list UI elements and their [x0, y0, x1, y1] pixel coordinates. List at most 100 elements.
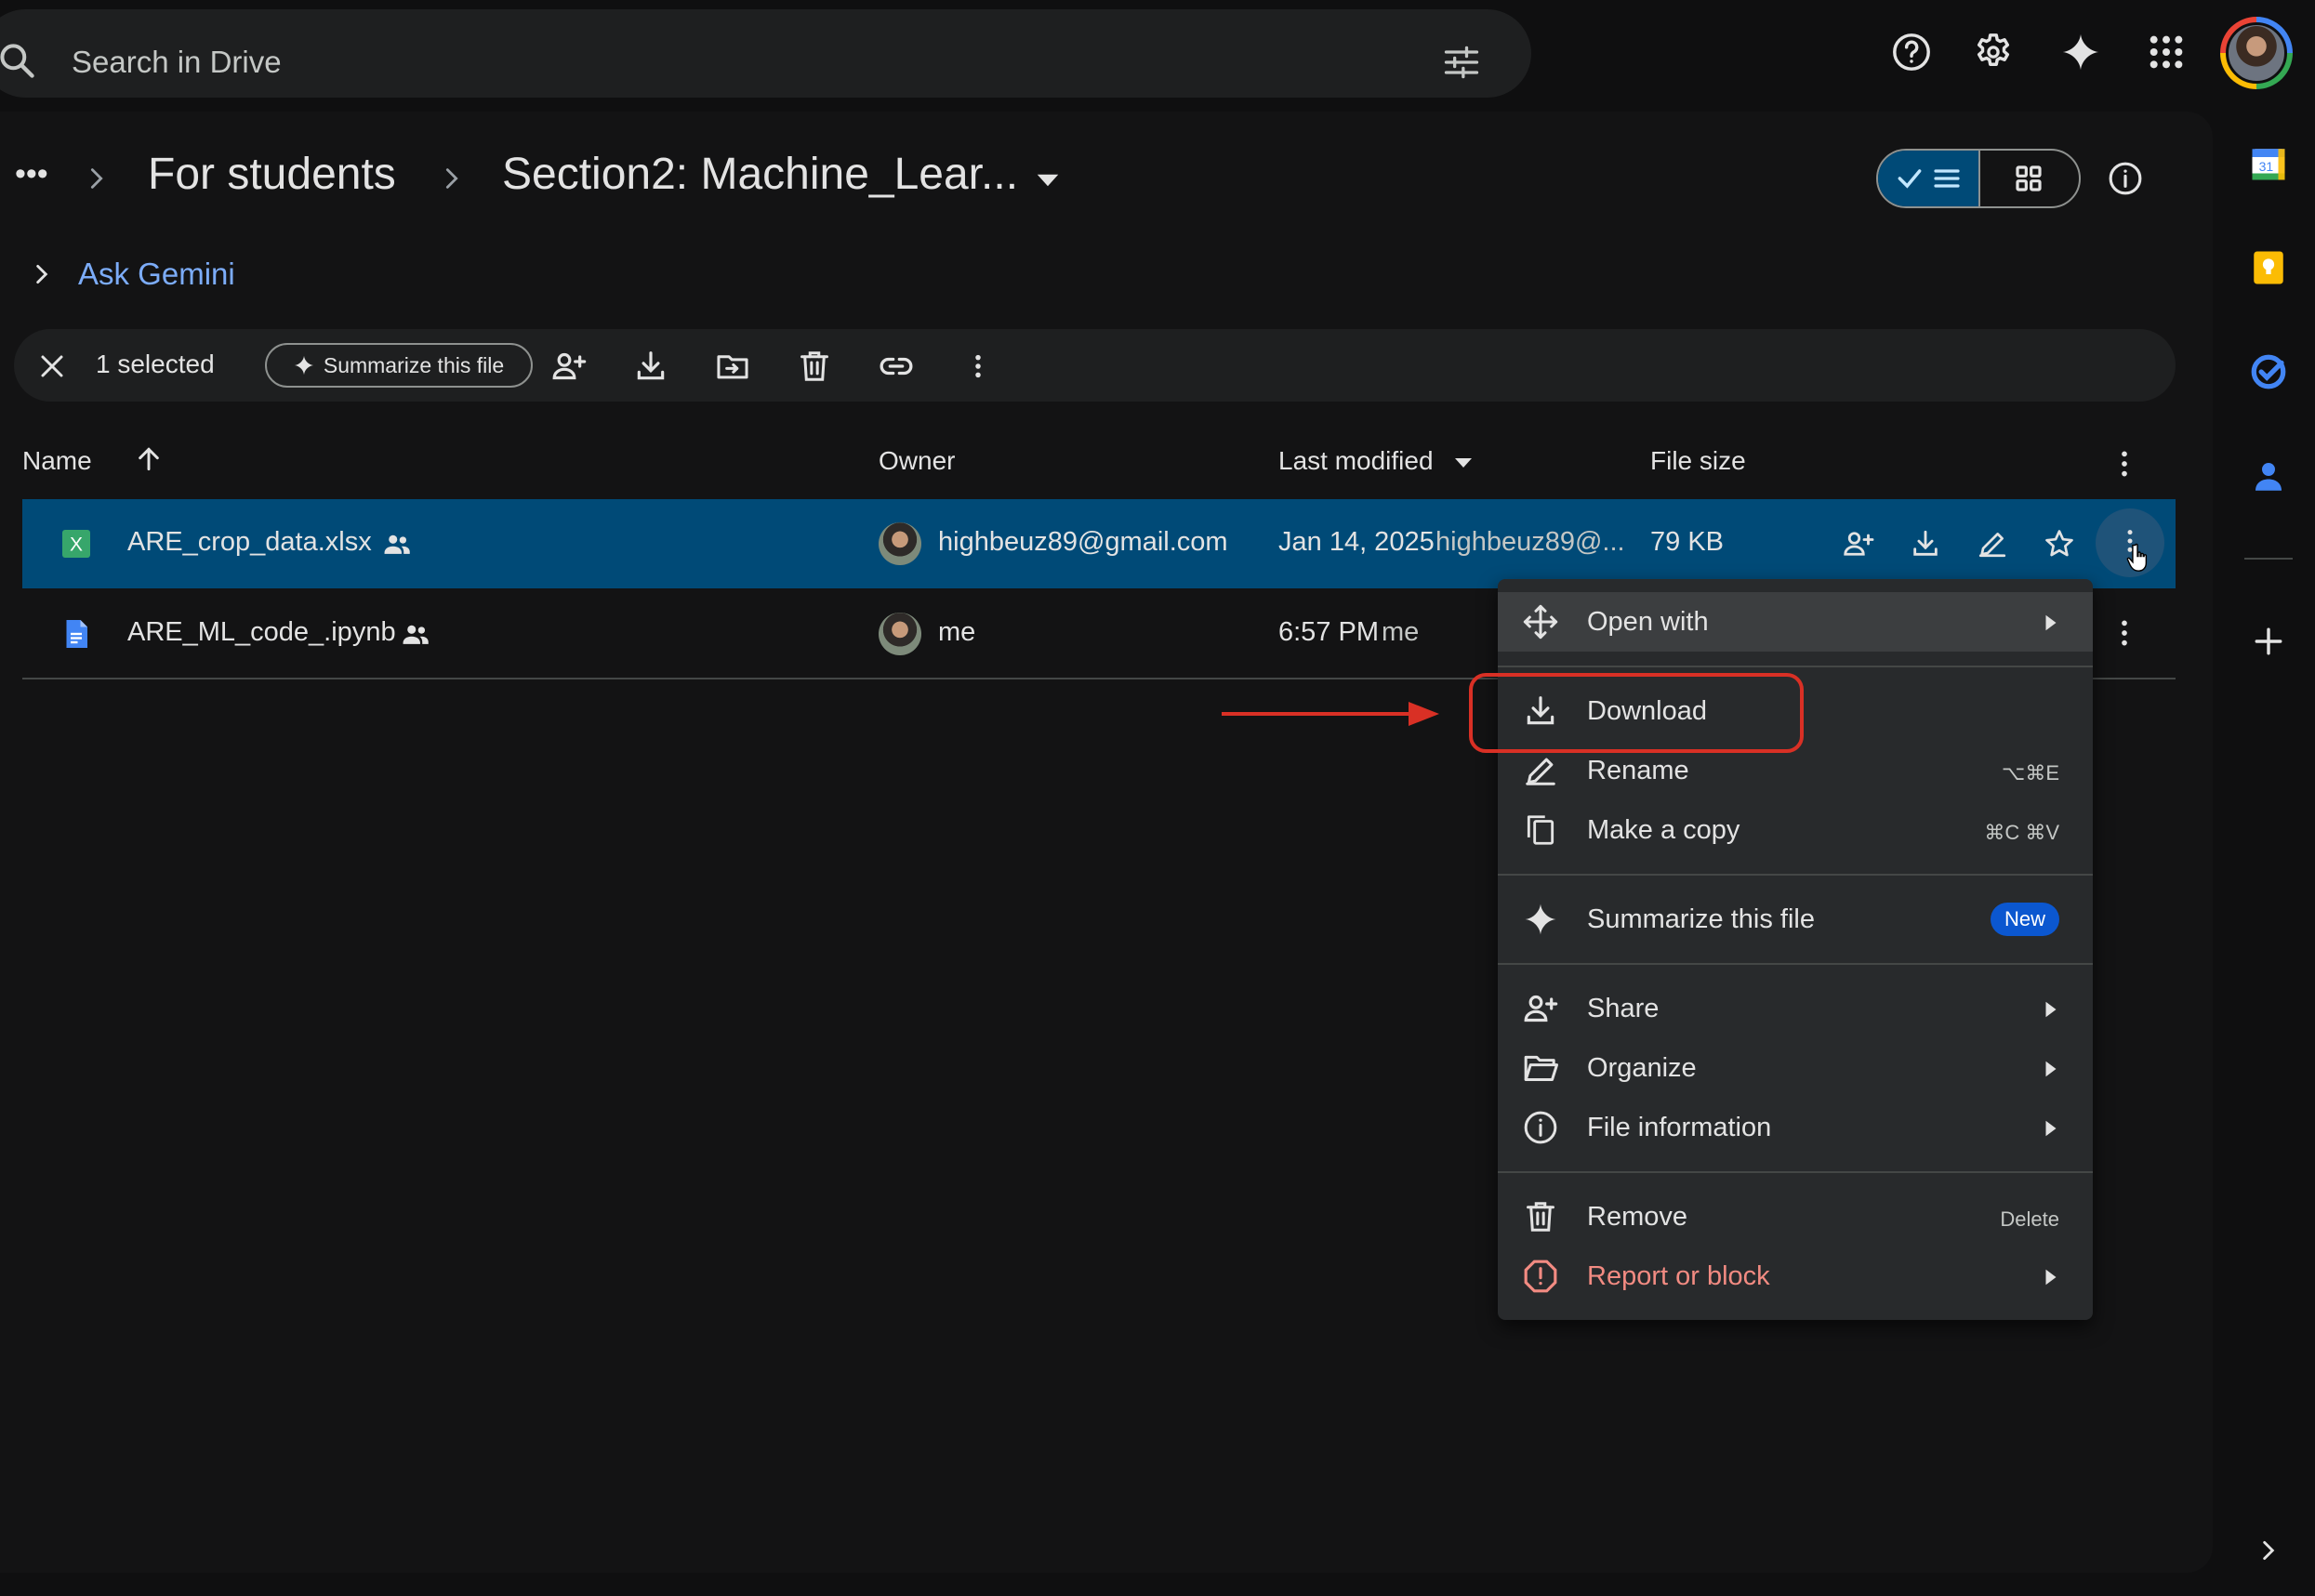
- menu-item-summarize[interactable]: Summarize this file New: [1498, 890, 2093, 949]
- menu-item-open-with[interactable]: Open with: [1498, 592, 2093, 652]
- calendar-day: 31: [2259, 159, 2274, 174]
- dropdown-arrow-icon[interactable]: [1034, 169, 1062, 191]
- keep-icon[interactable]: [2244, 244, 2293, 292]
- sparkle-icon[interactable]: [2055, 26, 2107, 78]
- apps-grid-icon[interactable]: [2140, 26, 2192, 78]
- menu-shortcut: ⌥⌘E: [2001, 761, 2059, 785]
- menu-label: Rename: [1587, 756, 1689, 785]
- menu-label: File information: [1587, 1113, 1772, 1142]
- tune-icon[interactable]: [1441, 42, 1482, 83]
- submenu-arrow-icon: [2043, 613, 2059, 633]
- menu-label: Report or block: [1587, 1261, 1770, 1291]
- info-icon: [1522, 1109, 1559, 1146]
- contacts-icon[interactable]: [2244, 452, 2293, 500]
- more-vert-icon[interactable]: [2109, 448, 2140, 480]
- link-icon[interactable]: [875, 345, 918, 388]
- rename-pencil-icon: [1522, 752, 1559, 789]
- owner-avatar: [879, 522, 921, 565]
- caret-down-icon[interactable]: [1452, 455, 1475, 470]
- calendar-icon[interactable]: 31: [2244, 139, 2293, 188]
- selection-toolbar: 1 selected Summarize this file: [14, 329, 2176, 402]
- submenu-arrow-icon: [2043, 1059, 2059, 1079]
- menu-label: Summarize this file: [1587, 904, 1815, 934]
- summarize-label: Summarize this file: [323, 352, 505, 377]
- help-icon[interactable]: [1885, 26, 1938, 78]
- info-icon[interactable]: [2107, 160, 2144, 197]
- move-arrows-icon: [1522, 603, 1559, 640]
- trash-icon[interactable]: [793, 345, 836, 388]
- owner-email: highbeuz89@gmail.com: [938, 527, 1228, 557]
- list-view-button[interactable]: [1878, 151, 1980, 206]
- owner-name: me: [938, 617, 976, 647]
- copy-icon: [1522, 811, 1559, 849]
- search-bar[interactable]: [0, 9, 1531, 98]
- column-header-last-modified[interactable]: Last modified: [1278, 446, 1434, 476]
- search-input[interactable]: [70, 37, 1375, 87]
- column-header-owner[interactable]: Owner: [879, 446, 955, 476]
- breadcrumb-parent[interactable]: For students: [148, 149, 396, 200]
- annotation-highlight-box: [1469, 673, 1804, 753]
- selection-count: 1 selected: [96, 350, 215, 378]
- chevron-right-icon: [439, 165, 465, 191]
- move-to-folder-icon[interactable]: [711, 345, 754, 388]
- folder-open-icon: [1522, 1049, 1559, 1087]
- docs-file-icon: [60, 617, 93, 651]
- column-header-name[interactable]: Name: [22, 446, 92, 476]
- trash-icon: [1522, 1198, 1559, 1235]
- sheets-file-icon: X: [60, 527, 93, 561]
- summarize-file-button[interactable]: Summarize this file: [265, 343, 533, 388]
- menu-item-file-information[interactable]: File information: [1498, 1098, 2093, 1157]
- column-header-file-size[interactable]: File size: [1650, 446, 1746, 476]
- report-icon: [1522, 1258, 1559, 1295]
- modified-date: 6:57 PM: [1278, 617, 1379, 647]
- menu-shortcut: ⌘C ⌘V: [1984, 821, 2059, 844]
- file-name[interactable]: ARE_ML_code_.ipynb: [127, 617, 396, 648]
- menu-label: Organize: [1587, 1053, 1697, 1083]
- new-badge: New: [1991, 903, 2059, 936]
- menu-item-share[interactable]: Share: [1498, 979, 2093, 1038]
- add-icon[interactable]: [2244, 617, 2293, 666]
- menu-divider: [1498, 1171, 2093, 1173]
- side-panel-divider: [2244, 558, 2293, 560]
- add-person-icon[interactable]: [548, 345, 590, 388]
- chevron-right-icon[interactable]: [2244, 1526, 2293, 1575]
- rename-pencil-icon[interactable]: [1971, 522, 2014, 565]
- search-icon[interactable]: [0, 40, 37, 81]
- menu-item-remove[interactable]: Remove Delete: [1498, 1187, 2093, 1246]
- grid-view-button[interactable]: [1980, 151, 2079, 206]
- sort-arrow-up-icon[interactable]: [134, 444, 164, 474]
- download-icon[interactable]: [629, 345, 672, 388]
- account-avatar[interactable]: [2220, 17, 2293, 89]
- submenu-arrow-icon: [2043, 999, 2059, 1020]
- breadcrumb-current[interactable]: Section2: Machine_Lear...: [502, 149, 1018, 200]
- tasks-icon[interactable]: [2244, 348, 2293, 396]
- gear-icon[interactable]: [1967, 26, 2019, 78]
- more-vert-icon[interactable]: [957, 345, 999, 388]
- grid-icon: [2014, 164, 2044, 193]
- menu-divider: [1498, 963, 2093, 965]
- row-more-actions-button[interactable]: [2096, 508, 2164, 577]
- ask-gemini-link[interactable]: Ask Gemini: [78, 257, 235, 292]
- star-icon[interactable]: [2038, 522, 2081, 565]
- add-person-icon: [1522, 990, 1559, 1027]
- sparkle-icon: [294, 355, 314, 376]
- shared-icon: [381, 529, 413, 561]
- submenu-arrow-icon: [2043, 1267, 2059, 1287]
- modified-by: highbeuz89@...: [1435, 527, 1625, 557]
- close-icon[interactable]: [31, 345, 73, 388]
- menu-item-report-or-block[interactable]: Report or block: [1498, 1246, 2093, 1306]
- menu-label: Share: [1587, 994, 1660, 1023]
- chevron-right-icon[interactable]: [30, 262, 54, 286]
- table-row[interactable]: X ARE_crop_data.xlsx highbeuz89@gmail.co…: [22, 499, 2176, 588]
- menu-item-make-copy[interactable]: Make a copy ⌘C ⌘V: [1498, 800, 2093, 860]
- more-vert-icon[interactable]: [2109, 617, 2140, 649]
- menu-label: Open with: [1587, 607, 1709, 637]
- menu-label: Make a copy: [1587, 815, 1740, 845]
- share-icon[interactable]: [1837, 522, 1880, 565]
- file-name[interactable]: ARE_crop_data.xlsx: [127, 527, 372, 558]
- download-icon[interactable]: [1904, 522, 1947, 565]
- breadcrumb-more[interactable]: •••: [15, 156, 48, 192]
- check-icon: [1895, 164, 1925, 193]
- submenu-arrow-icon: [2043, 1118, 2059, 1139]
- menu-item-organize[interactable]: Organize: [1498, 1038, 2093, 1098]
